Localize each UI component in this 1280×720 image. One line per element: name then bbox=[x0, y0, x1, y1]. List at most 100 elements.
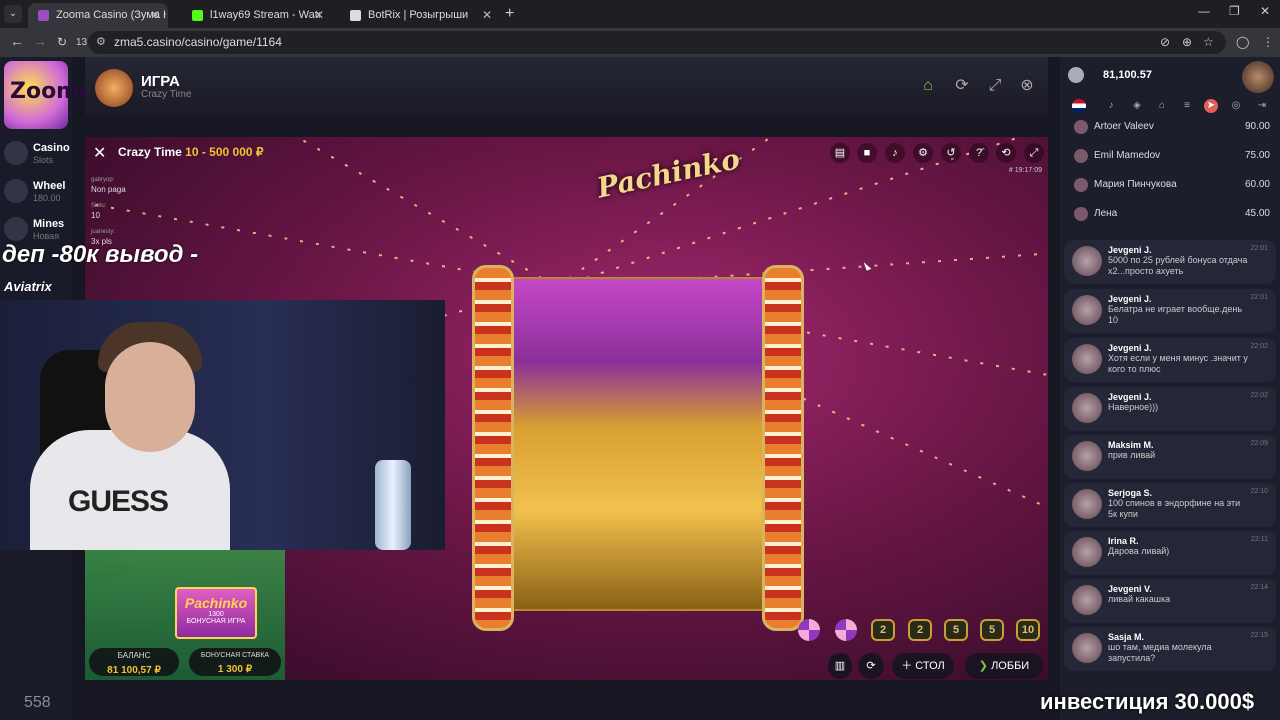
history-pachinko-icon bbox=[835, 619, 857, 641]
winner-name: Лена bbox=[1094, 208, 1118, 219]
back-icon[interactable]: ← bbox=[10, 33, 24, 49]
chat-time: 22:02 bbox=[1250, 343, 1268, 350]
user-avatar[interactable] bbox=[1242, 61, 1274, 93]
list-icon[interactable]: ≡ bbox=[1180, 99, 1194, 113]
zooma-favicon-icon bbox=[38, 10, 49, 21]
restore-icon[interactable]: ❐ bbox=[1229, 4, 1240, 18]
new-tab-button[interactable]: + bbox=[505, 3, 514, 25]
tab-close-icon[interactable]: ✕ bbox=[314, 3, 324, 28]
reload-icon[interactable]: ↻ bbox=[57, 35, 67, 49]
game-avatar bbox=[95, 69, 133, 107]
sync-icon[interactable]: ⟲ bbox=[996, 143, 1016, 163]
wallet-bar: 81,100.57 bbox=[1060, 57, 1280, 93]
chat-author: Jevgeni J. bbox=[1108, 294, 1152, 304]
site-info-icon[interactable]: ⚙ bbox=[96, 35, 106, 48]
hide-chat-icon[interactable]: ⊗ bbox=[1017, 76, 1037, 96]
language-flag-icon[interactable] bbox=[1072, 99, 1086, 113]
gift-icon[interactable]: ⌂ bbox=[1155, 99, 1169, 113]
invest-overlay-text: инвестиция 30.000$ bbox=[1040, 689, 1255, 714]
nav-casino[interactable]: Casino Slots bbox=[4, 139, 70, 169]
telegram-icon[interactable]: ➤ bbox=[1204, 99, 1218, 113]
tab-kick[interactable]: l1way69 Stream - Watch Live on ✕ bbox=[182, 3, 332, 28]
tab-close-icon[interactable]: ✕ bbox=[482, 3, 492, 28]
bookmark-icon[interactable]: ☆ bbox=[1203, 35, 1214, 49]
lobby-button[interactable]: ❯ ЛОББИ bbox=[965, 653, 1043, 679]
tab-search-button[interactable]: ⌄ bbox=[4, 5, 22, 23]
winner-name: Мария Пинчукова bbox=[1094, 179, 1177, 190]
chat-time: 22:01 bbox=[1250, 294, 1268, 301]
game-subtitle: Crazy Time bbox=[141, 89, 192, 100]
chat-message: Maksim M. 22:09 прив ливай bbox=[1064, 435, 1276, 479]
url-text: zma5.casino/casino/game/1164 bbox=[114, 35, 282, 49]
sound-icon[interactable]: ♪ bbox=[885, 143, 905, 163]
chat-avatar bbox=[1072, 633, 1102, 663]
winner-avatar bbox=[1074, 149, 1088, 163]
sound-icon[interactable]: ♪ bbox=[1104, 99, 1118, 113]
limit-range: 10 - 500 000 ₽ bbox=[185, 145, 264, 159]
bonus-card-sub: БОНУСНАЯ ИГРА bbox=[186, 618, 246, 625]
profile-icon[interactable]: ◯ bbox=[1236, 35, 1249, 49]
site-logo[interactable]: Zooma bbox=[4, 61, 94, 129]
streamer-webcam: GUESS bbox=[0, 300, 445, 550]
chat-time: 22:15 bbox=[1250, 632, 1268, 639]
history-icon[interactable]: ↺ bbox=[941, 143, 961, 163]
home-icon[interactable]: ⌂ bbox=[918, 76, 938, 96]
settings-icon[interactable]: ⚙ bbox=[913, 143, 933, 163]
tab-close-icon[interactable]: ✕ bbox=[150, 3, 160, 28]
table-label: СТОЛ bbox=[915, 660, 945, 672]
chat-author: Jevgeni V. bbox=[1108, 584, 1152, 594]
chat-message: Jevgeni J. 22:02 Хотя если у меня минус … bbox=[1064, 338, 1276, 382]
lobby-arrow-icon: ❯ bbox=[978, 660, 989, 672]
nav-label: Casino bbox=[33, 142, 70, 154]
stats-icon[interactable]: ▥ bbox=[828, 653, 852, 679]
chat-user: juanesty: bbox=[91, 229, 116, 235]
chat-text: прив ливай bbox=[1108, 450, 1156, 460]
table-button[interactable]: ＋ СТОЛ bbox=[892, 653, 954, 679]
water-bottle bbox=[375, 460, 411, 550]
game-header: ИГРА Crazy Time ⌂ ⟳ ⤢ ⊗ bbox=[85, 57, 1048, 115]
winner-amount: 60.00 bbox=[1244, 179, 1270, 190]
chat-time: 22:11 bbox=[1251, 536, 1268, 543]
chat-author: Sasja M. bbox=[1108, 632, 1145, 642]
history-result: 2 bbox=[908, 619, 932, 641]
tab-zooma[interactable]: Zooma Casino (Зума Казино) ✕ bbox=[28, 3, 168, 28]
support-icon[interactable]: ◎ bbox=[1229, 99, 1243, 113]
video-icon[interactable]: ■ bbox=[857, 143, 877, 163]
forward-icon[interactable]: → bbox=[33, 33, 47, 49]
zoom-icon[interactable]: ⊕ bbox=[1182, 35, 1192, 49]
close-game-icon[interactable]: ✕ bbox=[93, 143, 106, 163]
chat-avatar bbox=[1072, 537, 1102, 567]
winner-row: Лена 45.00 bbox=[1074, 205, 1270, 227]
ball-tube bbox=[762, 265, 804, 631]
address-bar[interactable]: ⚙ zma5.casino/casino/game/1164 bbox=[88, 31, 1226, 54]
winner-amount: 45.00 bbox=[1244, 208, 1270, 219]
shirt-logo: GUESS bbox=[68, 485, 169, 518]
refresh-icon[interactable]: ⟳ bbox=[952, 76, 972, 96]
window-close-icon[interactable]: ✕ bbox=[1260, 4, 1270, 18]
aviatrix-label: Aviatrix bbox=[4, 279, 52, 294]
winner-amount: 90.00 bbox=[1244, 121, 1270, 132]
nav-wheel[interactable]: Wheel 180.00 bbox=[4, 177, 70, 207]
chat-text: Хотя если у меня минус .значит у кого то… bbox=[1108, 353, 1248, 374]
help-icon[interactable]: ? bbox=[969, 143, 989, 163]
bonus-card-title: Pachinko bbox=[184, 595, 248, 611]
winner-row: Emil Mamedov 75.00 bbox=[1074, 147, 1270, 169]
balance-label: БАЛАНС bbox=[117, 651, 151, 660]
chat-icon[interactable]: ▤ bbox=[830, 143, 850, 163]
nav-label: Mines bbox=[33, 218, 65, 230]
tab-botrix[interactable]: BotRix | Розыгрыши ✕ bbox=[340, 3, 500, 28]
expand-icon[interactable]: ⤢ bbox=[1024, 143, 1044, 163]
auto-play-icon[interactable]: ⟳ bbox=[858, 653, 884, 679]
game-icon[interactable]: ◈ bbox=[1130, 99, 1144, 113]
viewer-counter: 558 bbox=[24, 694, 51, 711]
chat-text: 100 спинов в эндорфине на эти 5к купи bbox=[1108, 498, 1241, 519]
eye-off-icon[interactable]: ⊘ bbox=[1160, 35, 1170, 49]
logout-icon[interactable]: ⇥ bbox=[1255, 99, 1269, 113]
ball-tube bbox=[472, 265, 514, 631]
wheel-icon bbox=[4, 179, 28, 203]
minimize-icon[interactable]: — bbox=[1198, 4, 1210, 18]
menu-icon[interactable]: ⋮ bbox=[1262, 35, 1274, 49]
fullscreen-icon[interactable]: ⤢ bbox=[985, 76, 1005, 96]
chat-text: Наверное))) bbox=[1108, 402, 1159, 412]
browser-toolbar: ← → ↻ 13 ⚙ zma5.casino/casino/game/1164 … bbox=[0, 28, 1280, 57]
